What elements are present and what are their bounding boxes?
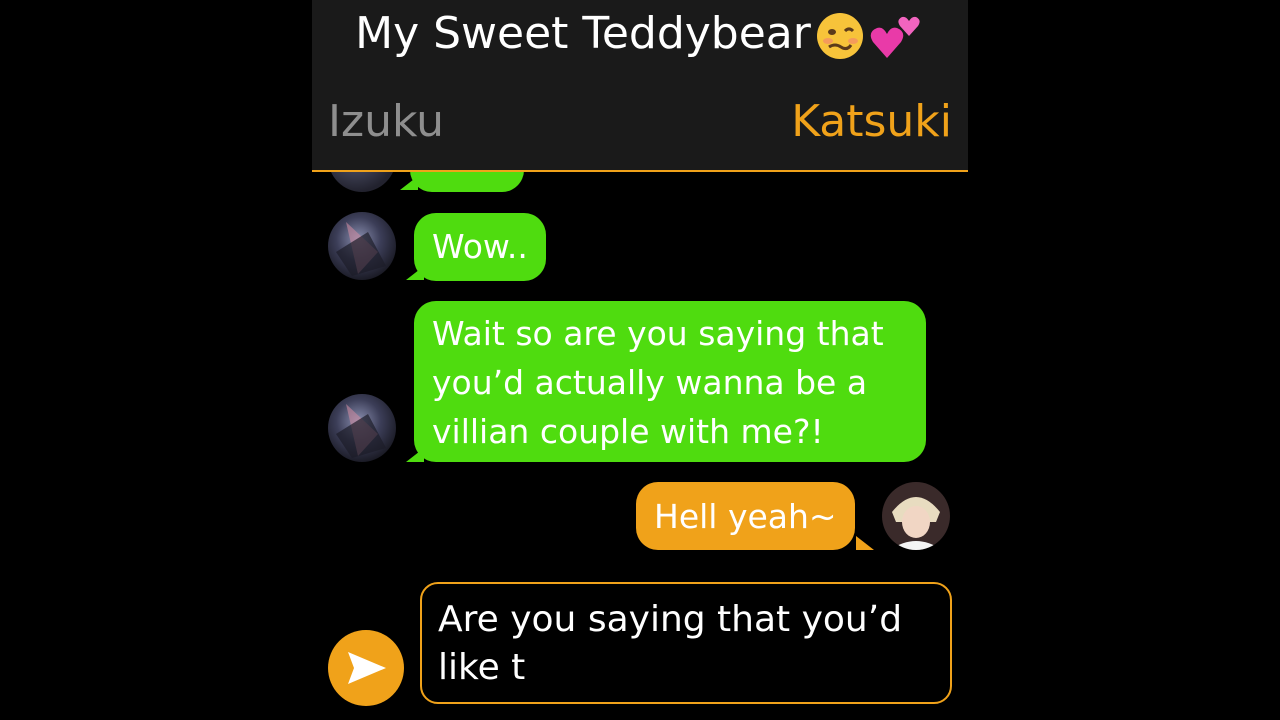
izuku-avatar-image [328, 212, 396, 280]
chat-title: My Sweet Teddybear [312, 6, 968, 64]
message-input-text: Are you saying that you’d like t [438, 599, 903, 688]
send-arrow-icon [348, 652, 386, 684]
chat-header: My Sweet Teddybear Izuku Katsuki [312, 0, 968, 172]
izuku-avatar [328, 394, 396, 462]
message-text: Wait so are you saying that you’d actual… [432, 314, 884, 451]
send-button[interactable] [328, 630, 404, 706]
message-text: Hell yeah~ [654, 497, 837, 536]
katsuki-avatar-image [882, 482, 950, 550]
katsuki-avatar [882, 482, 950, 550]
message-text: Wow.. [432, 227, 528, 266]
message-bubble-izuku: Wow.. [414, 213, 546, 281]
message-input[interactable]: Are you saying that you’d like t [420, 582, 952, 704]
bubble-tail [856, 536, 874, 550]
message-bubble-katsuki: Hell yeah~ [636, 482, 855, 550]
izuku-avatar-image [328, 394, 396, 462]
chat-screen: Wow.. Wait so are you saying that you’d … [312, 0, 968, 720]
izuku-avatar [328, 212, 396, 280]
chat-title-text: My Sweet Teddybear [355, 8, 811, 59]
message-bubble-izuku: Wait so are you saying that you’d actual… [414, 301, 926, 462]
bubble-tail [400, 176, 418, 190]
woozy-face-icon [816, 13, 863, 59]
contact-name-izuku: Izuku [328, 96, 444, 147]
contact-name-katsuki: Katsuki [791, 96, 952, 147]
two-hearts-icon [870, 16, 920, 58]
